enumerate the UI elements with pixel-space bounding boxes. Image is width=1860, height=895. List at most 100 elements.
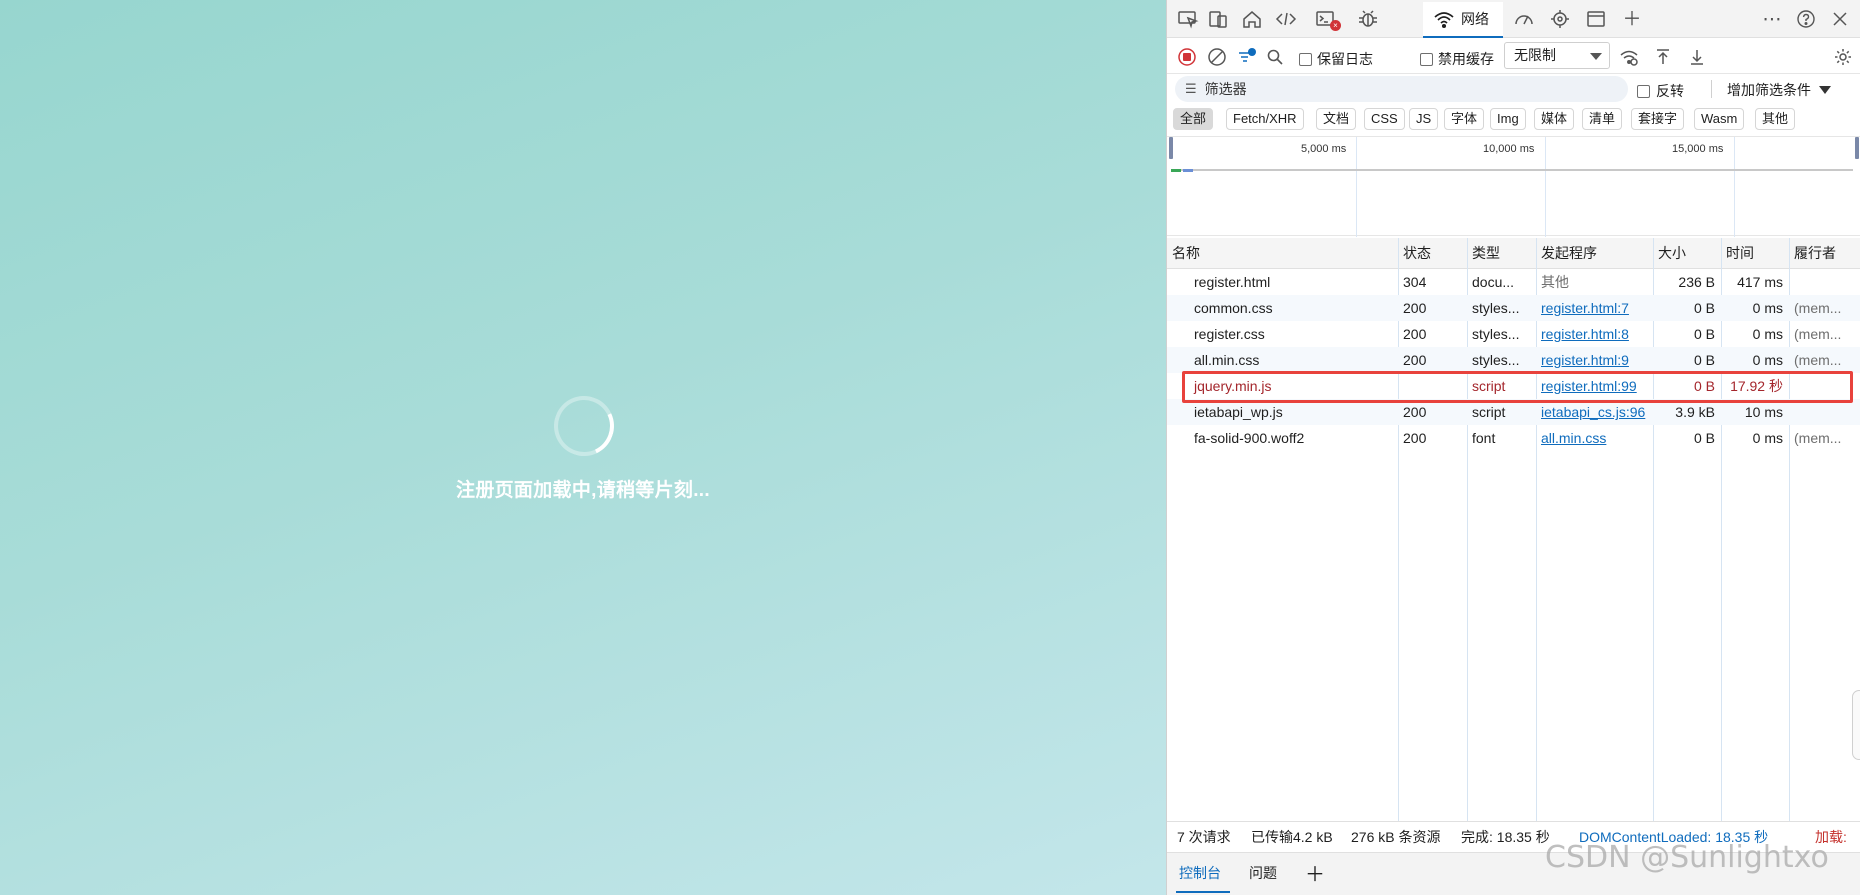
preserve-log-checkbox[interactable]: 保留日志 [1299, 49, 1373, 69]
overview-left-handle[interactable] [1169, 137, 1173, 159]
tab-network[interactable]: 网络 [1423, 2, 1503, 38]
devtools-tabbar: × 网络 ＋ ⋯ [1167, 0, 1860, 38]
home-icon[interactable] [1239, 6, 1265, 32]
export-har-icon[interactable] [1687, 47, 1707, 67]
throttling-value: 无限制 [1514, 47, 1556, 63]
application-icon[interactable] [1583, 6, 1609, 32]
requests-table-header: 名称 状态 类型 发起程序 大小 时间 履行者 [1167, 238, 1860, 269]
help-icon[interactable] [1793, 6, 1819, 32]
cell-size: 0 B [1693, 352, 1715, 368]
cell-fulfilled-by: (mem... [1794, 300, 1842, 316]
table-row[interactable]: common.css 200 styles... register.html:7… [1167, 295, 1860, 321]
cell-fulfilled-by: (mem... [1794, 352, 1842, 368]
search-icon[interactable] [1265, 47, 1285, 67]
divider [1711, 80, 1712, 98]
preserve-log-box[interactable] [1299, 52, 1312, 66]
filter-placeholder: 筛选器 [1204, 81, 1247, 97]
type-filter-fetch-xhr[interactable]: Fetch/XHR [1226, 108, 1304, 130]
resource-type-filters: 全部 Fetch/XHR 文档 CSS JS 字体 Img 媒体 清单 套接字 … [1167, 107, 1860, 133]
invert-checkbox[interactable]: 反转 [1637, 81, 1684, 101]
column-header-name[interactable]: 名称 [1167, 238, 1200, 269]
type-filter-font[interactable]: 字体 [1444, 108, 1485, 130]
requests-table-body: register.html 304 docu... 其他 236 B 417 m… [1167, 269, 1860, 451]
cell-type: styles... [1472, 352, 1520, 368]
timeline-bar-document [1171, 169, 1181, 172]
overview-right-handle[interactable] [1855, 137, 1859, 159]
type-filter-img[interactable]: Img [1490, 108, 1526, 130]
type-filter-other[interactable]: 其他 [1755, 108, 1796, 130]
cell-fulfilled-by: (mem... [1794, 326, 1842, 342]
tab-network-label: 网络 [1461, 11, 1489, 27]
preserve-log-label: 保留日志 [1317, 51, 1373, 67]
filter-funnel-icon: ☰ [1185, 81, 1197, 96]
timeline-gridline [1734, 137, 1735, 237]
cell-initiator-link[interactable]: register.html:9 [1536, 347, 1653, 373]
summary-requests: 7 次请求 [1177, 829, 1231, 845]
drawer-tab-issues[interactable]: 问题 [1249, 863, 1277, 883]
record-stop-icon[interactable] [1177, 47, 1197, 67]
performance-icon[interactable] [1511, 6, 1537, 32]
type-filter-websocket[interactable]: 套接字 [1631, 108, 1685, 130]
cell-name: register.html [1194, 274, 1271, 290]
timeline-tick-label: 5,000 ms [1301, 143, 1347, 155]
type-filter-wasm[interactable]: Wasm [1694, 108, 1745, 130]
device-emulation-icon[interactable] [1205, 6, 1231, 32]
column-header-fulfilled-by[interactable]: 履行者 [1789, 238, 1836, 269]
loading-spinner [545, 387, 623, 465]
table-row[interactable]: register.css 200 styles... register.html… [1167, 321, 1860, 347]
elements-icon[interactable] [1273, 6, 1299, 32]
table-row[interactable]: register.html 304 docu... 其他 236 B 417 m… [1167, 269, 1860, 295]
add-drawer-tab-icon[interactable]: ＋ [1305, 858, 1325, 887]
column-header-initiator[interactable]: 发起程序 [1536, 238, 1597, 269]
cell-size: 0 B [1693, 430, 1715, 446]
column-header-status[interactable]: 状态 [1398, 238, 1431, 269]
invert-box[interactable] [1637, 84, 1650, 98]
type-filter-doc[interactable]: 文档 [1316, 108, 1357, 130]
close-devtools-icon[interactable] [1827, 6, 1853, 32]
network-overview-timeline[interactable]: 5,000 ms 10,000 ms 15,000 ms [1167, 136, 1860, 237]
table-row[interactable]: fa-solid-900.woff2 200 font all.min.css … [1167, 425, 1860, 451]
type-filter-all[interactable]: 全部 [1173, 108, 1214, 130]
memory-icon[interactable] [1547, 6, 1573, 32]
throttling-select[interactable]: 无限制 [1504, 42, 1610, 69]
disable-cache-checkbox[interactable]: 禁用缓存 [1420, 49, 1494, 69]
network-settings-gear-icon[interactable] [1833, 47, 1853, 67]
import-har-icon[interactable] [1653, 47, 1673, 67]
type-filter-manifest[interactable]: 清单 [1582, 108, 1623, 130]
more-tools-plus-icon[interactable]: ＋ [1619, 6, 1645, 32]
browser-window: 注册页面加载中,请稍等片刻... × 网络 ＋ ⋯ 保留日志 禁用缓存 无限制 … [0, 0, 1860, 895]
inspect-element-icon[interactable] [1175, 6, 1201, 32]
sidebar-edge-handle[interactable] [1852, 690, 1860, 760]
disable-cache-box[interactable] [1420, 52, 1433, 66]
cell-type: docu... [1472, 274, 1515, 290]
type-filter-css[interactable]: CSS [1364, 108, 1405, 130]
column-header-type[interactable]: 类型 [1467, 238, 1500, 269]
type-filter-media[interactable]: 媒体 [1534, 108, 1575, 130]
timeline-gridline [1356, 137, 1357, 237]
cell-initiator-link[interactable]: all.min.css [1536, 425, 1653, 451]
network-toolbar: 保留日志 禁用缓存 无限制 [1167, 38, 1860, 74]
invert-label: 反转 [1656, 83, 1684, 99]
cell-initiator-link[interactable]: register.html:8 [1536, 321, 1653, 347]
column-header-time[interactable]: 时间 [1721, 238, 1754, 269]
filter-input[interactable]: ☰ 筛选器 [1175, 76, 1628, 102]
type-filter-js[interactable]: JS [1409, 108, 1439, 130]
cell-initiator-link[interactable]: register.html:7 [1536, 295, 1653, 321]
summary-resources: 276 kB 条资源 [1351, 829, 1441, 845]
active-tab-indicator [1176, 891, 1230, 893]
wifi-icon [1434, 12, 1454, 29]
more-filters-dropdown[interactable]: 增加筛选条件 [1727, 80, 1831, 100]
table-row[interactable]: all.min.css 200 styles... register.html:… [1167, 347, 1860, 373]
cell-name: register.css [1194, 326, 1265, 342]
network-conditions-icon[interactable] [1619, 47, 1639, 67]
drawer-tab-console[interactable]: 控制台 [1179, 863, 1221, 883]
filter-toggle-icon[interactable] [1237, 47, 1257, 67]
sources-debug-icon[interactable] [1355, 6, 1381, 32]
column-header-size[interactable]: 大小 [1653, 238, 1686, 269]
cell-type: styles... [1472, 300, 1520, 316]
clear-log-icon[interactable] [1207, 47, 1227, 67]
cell-time: 0 ms [1752, 326, 1783, 342]
cell-size: 0 B [1693, 300, 1715, 316]
more-options-icon[interactable]: ⋯ [1759, 6, 1785, 32]
console-icon[interactable]: × [1313, 6, 1341, 32]
